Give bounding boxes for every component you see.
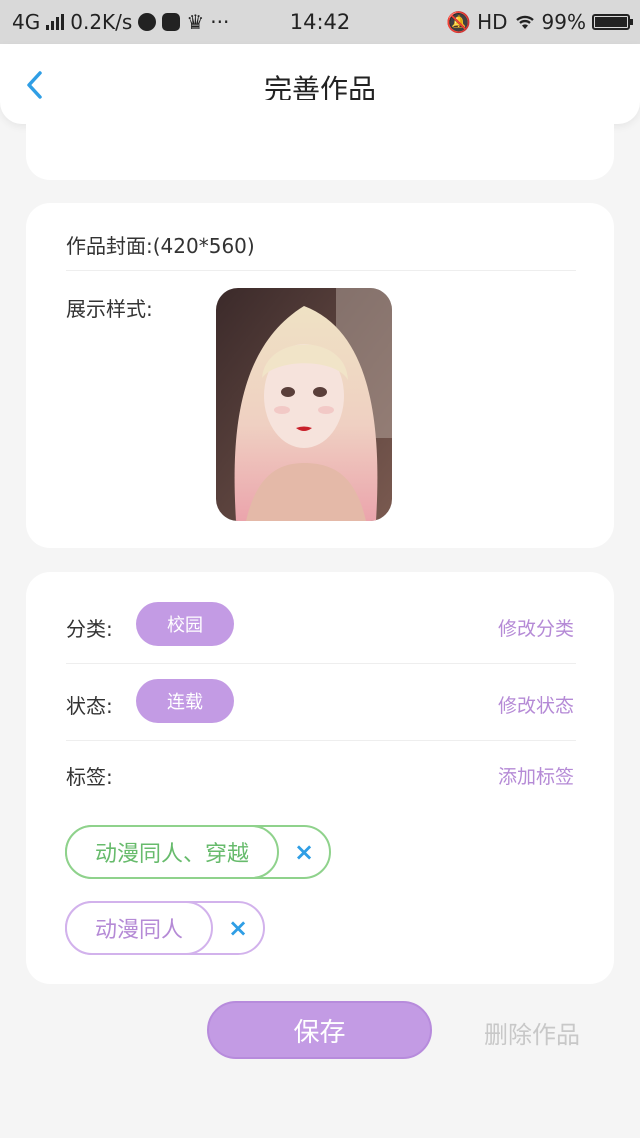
signal-icon xyxy=(46,14,65,30)
tag-item: 动漫同人 × xyxy=(65,901,266,955)
meta-card: 分类: 校园 修改分类 状态: 连载 修改状态 标签: 添加标签 动漫同人、穿越… xyxy=(26,572,614,984)
delete-work-button[interactable]: 删除作品 xyxy=(484,1015,580,1050)
remove-tag-icon[interactable]: × xyxy=(213,914,263,942)
battery-percent: 99% xyxy=(541,10,586,34)
app-notification-icon xyxy=(138,13,157,31)
status-chip: 连载 xyxy=(136,679,234,723)
tag-text: 动漫同人 xyxy=(65,901,214,955)
edit-category-link[interactable]: 修改分类 xyxy=(498,614,574,641)
previous-section-card xyxy=(26,100,614,180)
cover-label: 作品封面:(420*560) xyxy=(66,230,255,259)
add-tag-link[interactable]: 添加标签 xyxy=(498,762,574,789)
cover-card: 作品封面:(420*560) 展示样式: xyxy=(26,203,614,548)
status-right: 🔕 HD 99% xyxy=(446,10,633,34)
display-style-label: 展示样式: xyxy=(66,297,153,321)
category-chip: 校园 xyxy=(136,602,234,646)
remove-tag-icon[interactable]: × xyxy=(279,838,329,866)
edit-status-link[interactable]: 修改状态 xyxy=(498,691,574,718)
network-speed: 0.2K/s xyxy=(70,10,133,34)
status-bar: 4G 0.2K/s ♛ ··· 14:42 🔕 HD 99% xyxy=(0,0,640,44)
more-notifications: ··· xyxy=(210,10,230,34)
cover-label-text: 作品封面: xyxy=(66,234,153,258)
bell-muted-icon: 🔕 xyxy=(446,10,472,34)
tag-item: 动漫同人、穿越 × xyxy=(65,825,332,879)
network-type: 4G xyxy=(12,10,41,34)
hd-indicator: HD xyxy=(477,10,508,34)
cover-image[interactable] xyxy=(216,288,392,521)
crown-icon: ♛ xyxy=(186,10,205,34)
divider xyxy=(66,663,576,664)
save-button[interactable]: 保存 xyxy=(207,1001,432,1059)
status-label: 状态: xyxy=(66,694,113,718)
video-notification-icon xyxy=(162,13,181,31)
cover-size: (420*560) xyxy=(152,234,255,258)
tag-text: 动漫同人、穿越 xyxy=(65,825,280,879)
battery-icon xyxy=(592,14,633,30)
tags-label: 标签: xyxy=(66,765,113,789)
category-label: 分类: xyxy=(66,617,113,641)
cover-portrait-illustration xyxy=(216,288,392,521)
divider xyxy=(66,270,576,271)
wifi-icon xyxy=(515,15,534,29)
status-left: 4G 0.2K/s ♛ ··· xyxy=(12,10,272,34)
battery-fill xyxy=(595,17,627,27)
divider xyxy=(66,740,576,741)
